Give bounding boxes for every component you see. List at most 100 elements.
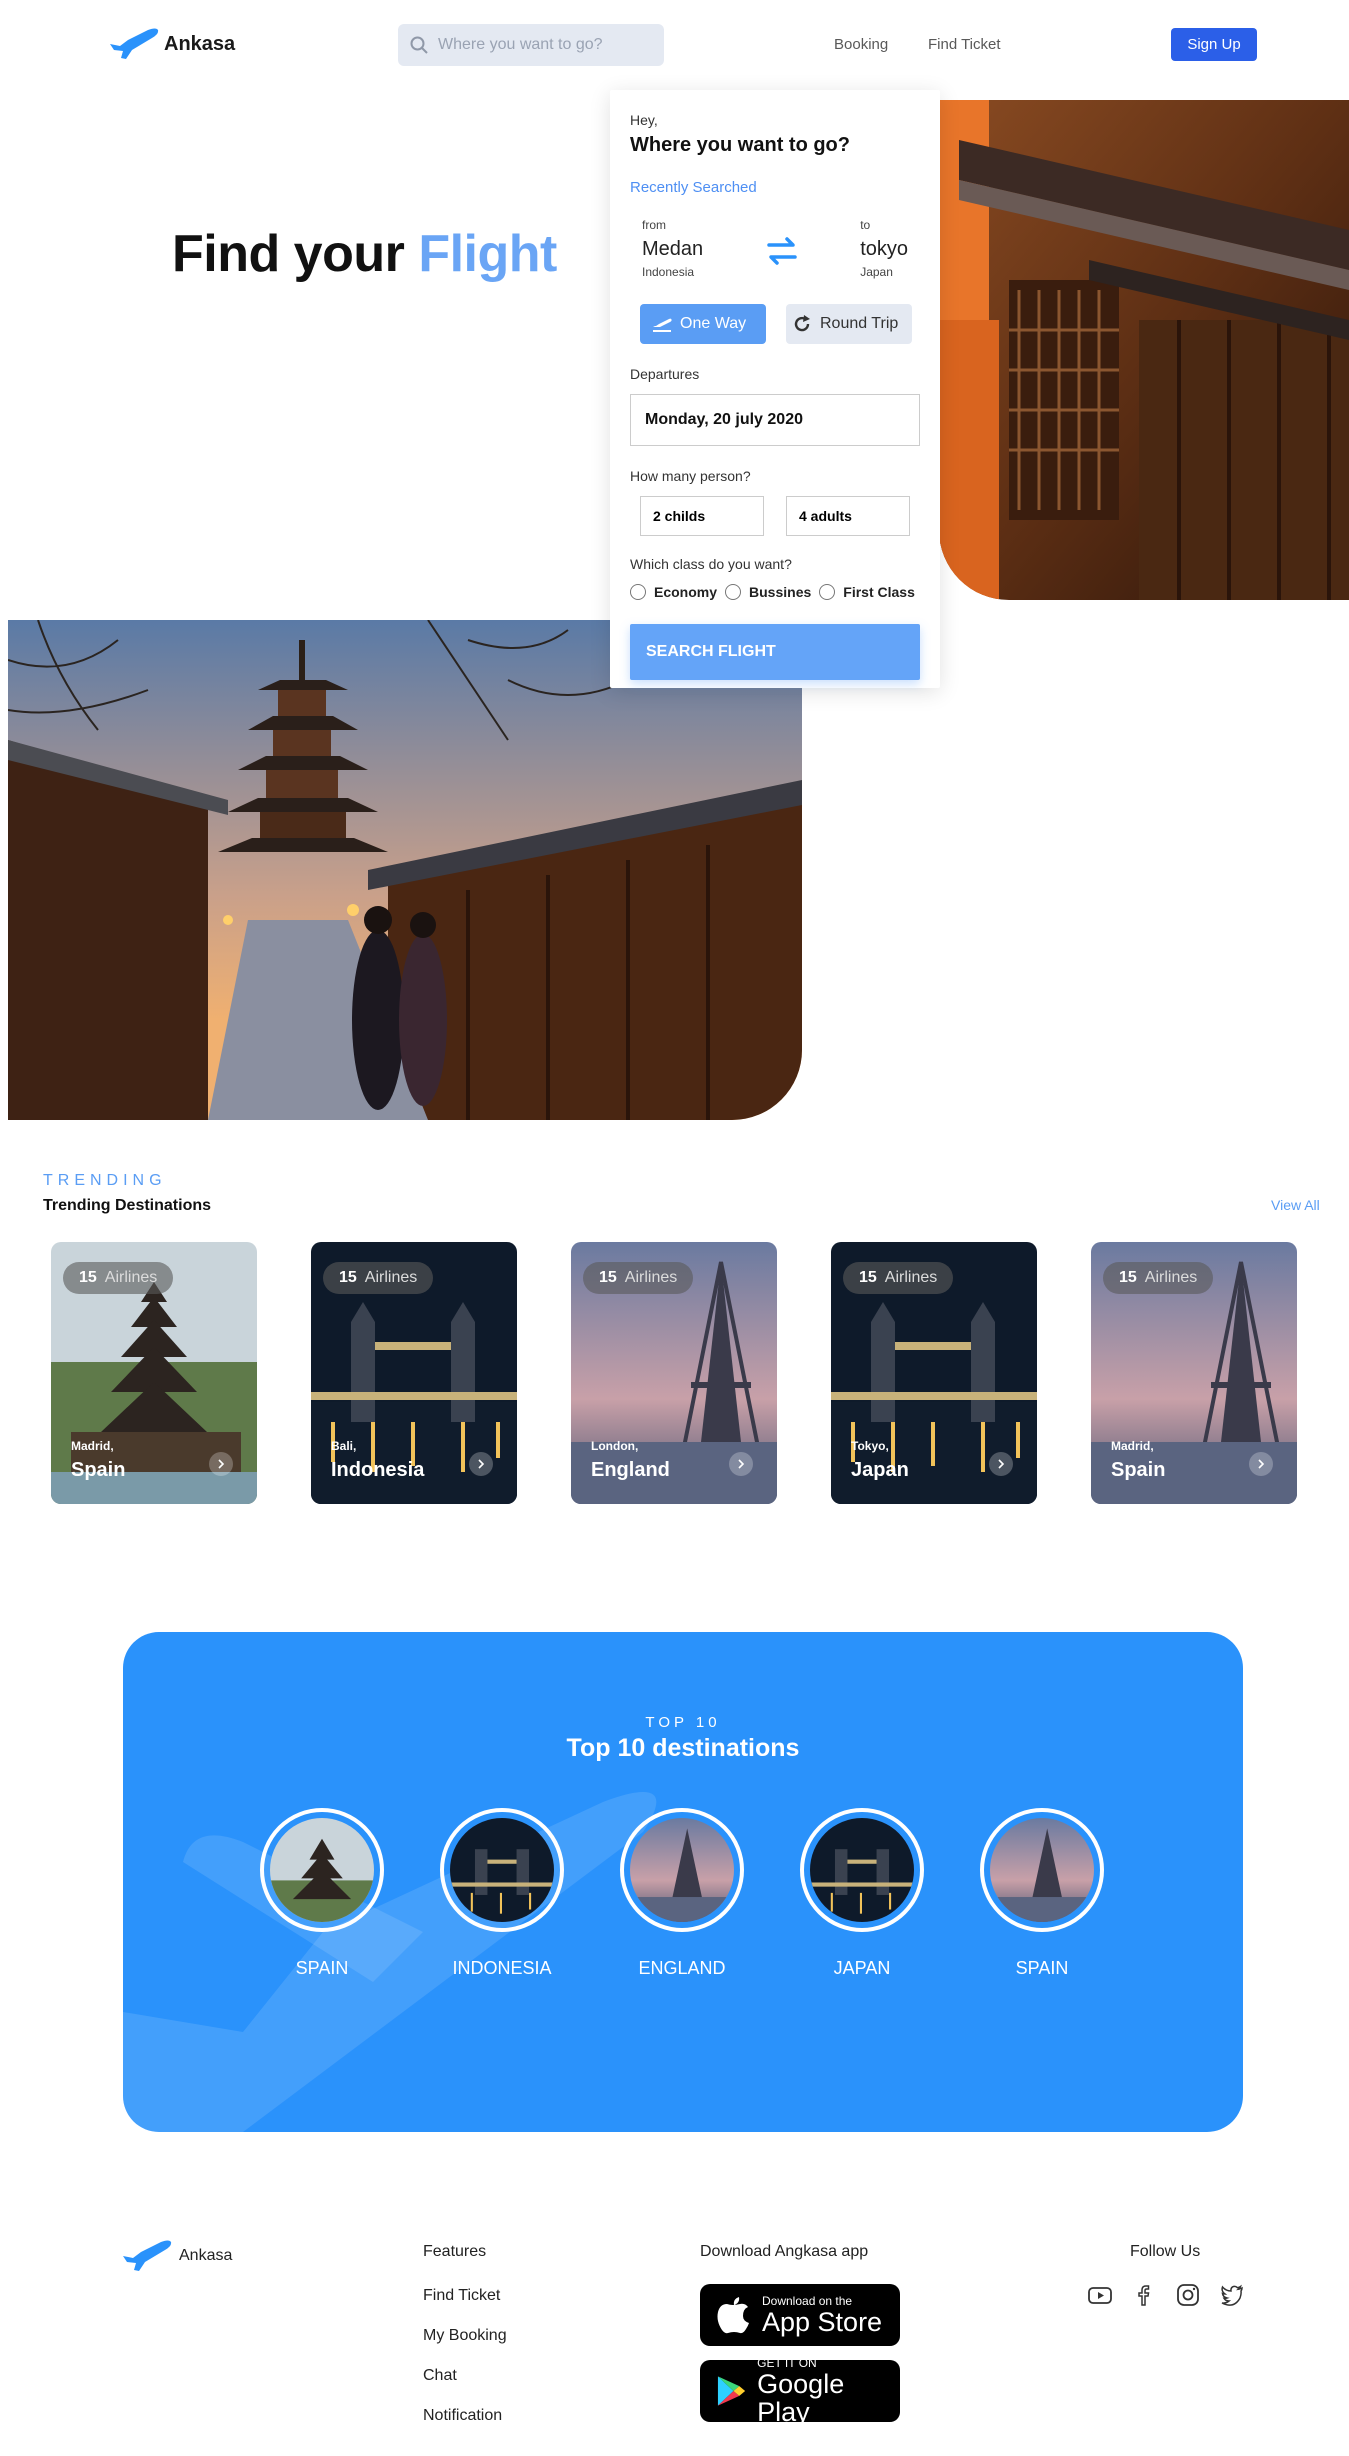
trending-card[interactable]: 15 Airlines London, England [571, 1242, 777, 1504]
top-destination[interactable]: SPAIN [980, 1808, 1104, 1979]
class-first[interactable]: First Class [819, 584, 915, 600]
view-all-link[interactable]: View All [1271, 1197, 1320, 1213]
footer-link-chat[interactable]: Chat [423, 2367, 457, 2385]
footer-link-my-booking[interactable]: My Booking [423, 2327, 507, 2345]
card-city: Bali, [331, 1439, 357, 1453]
search-bar[interactable] [398, 24, 664, 66]
card-country: Japan [851, 1459, 909, 1481]
search-flight-button[interactable]: SEARCH FLIGHT [630, 624, 920, 680]
class-options: Economy Bussines First Class [630, 584, 920, 600]
google-play-button[interactable]: GET IT ON Google Play [700, 2356, 900, 2426]
features-title: Features [423, 2243, 487, 2260]
hero-title-accent: Flight [418, 225, 557, 283]
hero-photo-pagoda [8, 620, 802, 1120]
airlines-badge: 15 Airlines [323, 1262, 434, 1294]
airlines-badge: 15 Airlines [1103, 1262, 1214, 1294]
top-destination[interactable]: INDONESIA [440, 1808, 564, 1979]
from-country: Indonesia [642, 265, 695, 279]
hero-title: Find your Flight [172, 224, 557, 284]
pagoda-image [270, 1818, 374, 1922]
destination-name: ENGLAND [638, 1958, 726, 1978]
card-city: Madrid, [71, 1439, 114, 1453]
from-city: Medan [642, 238, 704, 260]
persons-label: How many person? [630, 468, 751, 484]
nav-find-ticket[interactable]: Find Ticket [928, 36, 1001, 53]
to-country: Japan [860, 265, 893, 279]
person-selectors: 2 childs 4 adults [630, 496, 920, 536]
childs-field[interactable]: 2 childs [640, 496, 764, 536]
trending-card[interactable]: 15 Airlines Madrid, Spain [51, 1242, 257, 1504]
footer-link-find-ticket[interactable]: Find Ticket [423, 2287, 500, 2305]
radio-bussines[interactable] [725, 584, 742, 600]
chevron-right-icon[interactable] [729, 1452, 753, 1476]
to-city: tokyo [860, 238, 908, 260]
from-label: from [642, 218, 666, 232]
to-location[interactable]: to tokyo Japan [860, 218, 908, 279]
class-bussines[interactable]: Bussines [725, 584, 811, 600]
class-economy[interactable]: Economy [630, 584, 717, 600]
refresh-icon [794, 315, 810, 332]
booking-question: Where you want to go? [630, 134, 850, 156]
airlines-text: Airlines [1144, 1269, 1198, 1286]
airlines-text: Airlines [884, 1269, 938, 1286]
recently-searched-link[interactable]: Recently Searched [630, 179, 920, 196]
booking-card: Hey, Where you want to go? Recently Sear… [610, 90, 940, 688]
to-label: to [860, 218, 871, 232]
swap-icon[interactable] [763, 232, 801, 270]
class-economy-label: Economy [654, 584, 718, 600]
trending-card[interactable]: 15 Airlines Bali, Indonesia [311, 1242, 517, 1504]
follow-title: Follow Us [1130, 2243, 1201, 2260]
top-destination[interactable]: ENGLAND [620, 1808, 744, 1979]
trip-type: One Way Round Trip [630, 304, 920, 344]
airlines-count: 15 [79, 1269, 97, 1286]
chevron-right-icon[interactable] [1249, 1452, 1273, 1476]
search-input[interactable] [438, 36, 648, 54]
route-selector: from Medan Indonesia to tokyo Japan [630, 218, 920, 284]
adults-field[interactable]: 4 adults [786, 496, 910, 536]
from-location[interactable]: from Medan Indonesia [642, 218, 703, 279]
eiffel-tower-image [990, 1818, 1094, 1922]
facebook-icon[interactable] [1131, 2282, 1157, 2308]
footer-brand-logo[interactable]: Ankasa [121, 2238, 232, 2274]
eiffel-tower-image [630, 1818, 734, 1922]
card-country: England [591, 1459, 670, 1481]
one-way-button[interactable]: One Way [640, 304, 766, 344]
airlines-text: Airlines [364, 1269, 418, 1286]
radio-first[interactable] [819, 584, 836, 600]
download-title: Download Angkasa app [700, 2243, 869, 2260]
departures-label: Departures [630, 366, 700, 382]
chevron-right-icon[interactable] [209, 1452, 233, 1476]
class-bussines-label: Bussines [749, 584, 812, 600]
trending-card[interactable]: 15 Airlines Madrid, Spain [1091, 1242, 1297, 1504]
twitter-icon[interactable] [1219, 2282, 1245, 2308]
plane-logo-icon [110, 28, 159, 59]
class-label: Which class do you want? [630, 556, 792, 572]
card-country: Spain [71, 1459, 126, 1481]
youtube-icon[interactable] [1087, 2282, 1113, 2308]
googleplay-small-text: GET IT ON [757, 2356, 817, 2370]
top-destination[interactable]: SPAIN [260, 1808, 384, 1979]
hero-photo-street [939, 100, 1349, 600]
brand-logo[interactable]: Ankasa [108, 26, 235, 62]
trending-card[interactable]: 15 Airlines Tokyo, Japan [831, 1242, 1037, 1504]
chevron-right-icon[interactable] [989, 1452, 1013, 1476]
instagram-icon[interactable] [1175, 2282, 1201, 2308]
hero-title-main: Find your [172, 225, 405, 283]
signup-button[interactable]: Sign Up [1171, 28, 1257, 61]
chevron-right-icon[interactable] [469, 1452, 493, 1476]
card-city: Tokyo, [851, 1439, 889, 1453]
round-trip-button[interactable]: Round Trip [786, 304, 912, 344]
trending-label: TRENDING [43, 1172, 167, 1189]
top-destination[interactable]: JAPAN [800, 1808, 924, 1979]
destination-name: INDONESIA [452, 1958, 552, 1978]
departure-date-field[interactable]: Monday, 20 july 2020 [630, 394, 920, 446]
nav-booking[interactable]: Booking [834, 36, 888, 53]
app-store-button[interactable]: Download on the App Store [700, 2284, 900, 2346]
radio-economy[interactable] [630, 584, 646, 600]
footer-link-notification[interactable]: Notification [423, 2407, 502, 2425]
destination-name: JAPAN [833, 1958, 891, 1978]
airlines-badge: 15 Airlines [583, 1262, 694, 1294]
airlines-count: 15 [859, 1269, 877, 1286]
apple-icon [717, 2297, 749, 2334]
top10-label: TOP 10 [645, 1714, 721, 1731]
